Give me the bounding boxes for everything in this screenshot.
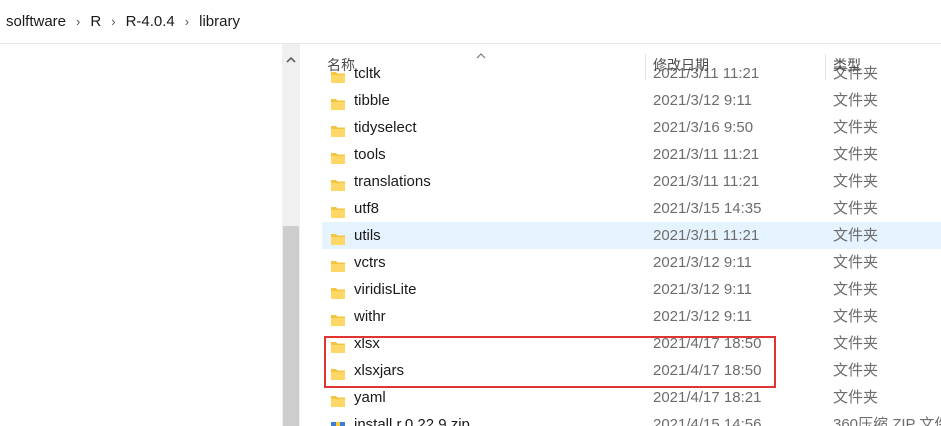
breadcrumb-item-3[interactable]: library [195, 13, 244, 30]
file-type: 文件夹 [833, 92, 879, 109]
file-name: tidyselect [354, 119, 417, 136]
column-header: 名称 修改日期 类型 [300, 50, 941, 80]
folder-icon [330, 228, 346, 245]
chevron-right-icon[interactable]: › [105, 14, 121, 29]
file-name: translations [354, 173, 431, 190]
file-type: 文件夹 [833, 335, 879, 352]
file-row[interactable]: tools 2021/3/11 11:21 文件夹 [322, 141, 941, 168]
file-modified-date: 2021/3/12 9:11 [653, 281, 752, 298]
file-type: 360压缩 ZIP 文件 [833, 416, 941, 426]
file-modified-date: 2021/3/15 14:35 [653, 200, 762, 217]
file-row[interactable]: vctrs 2021/3/12 9:11 文件夹 [322, 249, 941, 276]
column-divider[interactable] [825, 54, 826, 80]
sort-ascending-icon [476, 46, 486, 64]
file-row[interactable]: utils 2021/3/11 11:21 文件夹 [322, 222, 941, 249]
file-modified-date: 2021/3/11 11:21 [653, 173, 760, 190]
file-modified-date: 2021/3/12 9:11 [653, 92, 752, 109]
file-list[interactable]: tcltk 2021/3/11 11:21 文件夹 tibble 2021/3/12 9… [300, 44, 941, 426]
breadcrumb-item-0[interactable]: solftware [2, 13, 70, 30]
file-modified-date: 2021/3/16 9:50 [653, 119, 754, 136]
folder-icon [330, 93, 346, 110]
folder-icon [330, 390, 346, 407]
file-type: 文件夹 [833, 362, 879, 379]
file-modified-date: 2021/4/15 14:56 [653, 416, 762, 426]
nav-pane-scrollbar[interactable] [282, 44, 300, 426]
file-type: 文件夹 [833, 173, 879, 190]
file-row[interactable]: viridisLite 2021/3/12 9:11 文件夹 [322, 276, 941, 303]
folder-icon [330, 336, 346, 353]
file-row[interactable]: tibble 2021/3/12 9:11 文件夹 [322, 87, 941, 114]
file-name: vctrs [354, 254, 386, 271]
file-type: 文件夹 [833, 389, 879, 406]
scrollbar-thumb[interactable] [283, 226, 299, 426]
file-type: 文件夹 [833, 200, 879, 217]
file-modified-date: 2021/3/12 9:11 [653, 308, 752, 325]
file-name: install.r.0.22.9.zip [354, 416, 470, 426]
file-row[interactable]: yaml 2021/4/17 18:21 文件夹 [322, 384, 941, 411]
file-type: 文件夹 [833, 119, 879, 136]
file-name: tibble [354, 92, 390, 109]
file-type: 文件夹 [833, 227, 879, 244]
file-modified-date: 2021/4/17 18:50 [653, 335, 762, 352]
breadcrumb-item-1[interactable]: R [86, 13, 105, 30]
file-row[interactable]: install.r.0.22.9.zip 2021/4/15 14:56 360压缩… [322, 411, 941, 426]
file-name: xlsx [354, 335, 380, 352]
file-row[interactable]: xlsxjars 2021/4/17 18:50 文件夹 [322, 357, 941, 384]
file-modified-date: 2021/3/11 11:21 [653, 146, 760, 163]
file-row[interactable]: translations 2021/3/11 11:21 文件夹 [322, 168, 941, 195]
file-name: utils [354, 227, 381, 244]
file-row[interactable]: xlsx 2021/4/17 18:50 文件夹 [322, 330, 941, 357]
file-name: withr [354, 308, 386, 325]
folder-icon [330, 201, 346, 218]
file-modified-date: 2021/4/17 18:21 [653, 389, 762, 406]
file-name: utf8 [354, 200, 380, 217]
folder-icon [330, 120, 346, 137]
folder-icon [330, 147, 346, 164]
scroll-up-arrow-icon[interactable] [282, 50, 300, 68]
chevron-right-icon[interactable]: › [179, 14, 195, 29]
navigation-pane[interactable] [0, 44, 282, 426]
file-modified-date: 2021/3/11 11:21 [653, 227, 760, 244]
file-name: yaml [354, 389, 386, 406]
file-type: 文件夹 [833, 281, 879, 298]
column-divider[interactable] [645, 54, 646, 80]
file-modified-date: 2021/3/12 9:11 [653, 254, 752, 271]
folder-icon [330, 174, 346, 191]
breadcrumb-item-2[interactable]: R-4.0.4 [122, 13, 179, 30]
column-header-type[interactable]: 类型 [833, 50, 861, 80]
file-type: 文件夹 [833, 254, 879, 271]
folder-icon [330, 309, 346, 326]
file-type: 文件夹 [833, 146, 879, 163]
column-header-date[interactable]: 修改日期 [653, 50, 709, 80]
file-modified-date: 2021/4/17 18:50 [653, 362, 762, 379]
file-name: viridisLite [354, 281, 417, 298]
file-name: tools [354, 146, 386, 163]
file-row[interactable]: tidyselect 2021/3/16 9:50 文件夹 [322, 114, 941, 141]
folder-icon [330, 282, 346, 299]
column-header-name[interactable]: 名称 [327, 50, 355, 80]
folder-icon [330, 363, 346, 380]
file-type: 文件夹 [833, 308, 879, 325]
zip-file-icon [330, 417, 346, 426]
file-name: xlsxjars [354, 362, 405, 379]
file-row[interactable]: utf8 2021/3/15 14:35 文件夹 [322, 195, 941, 222]
folder-icon [330, 255, 346, 272]
chevron-right-icon[interactable]: › [70, 14, 86, 29]
file-row[interactable]: withr 2021/3/12 9:11 文件夹 [322, 303, 941, 330]
address-bar[interactable]: solftware › R › R-4.0.4 › library [0, 0, 941, 44]
